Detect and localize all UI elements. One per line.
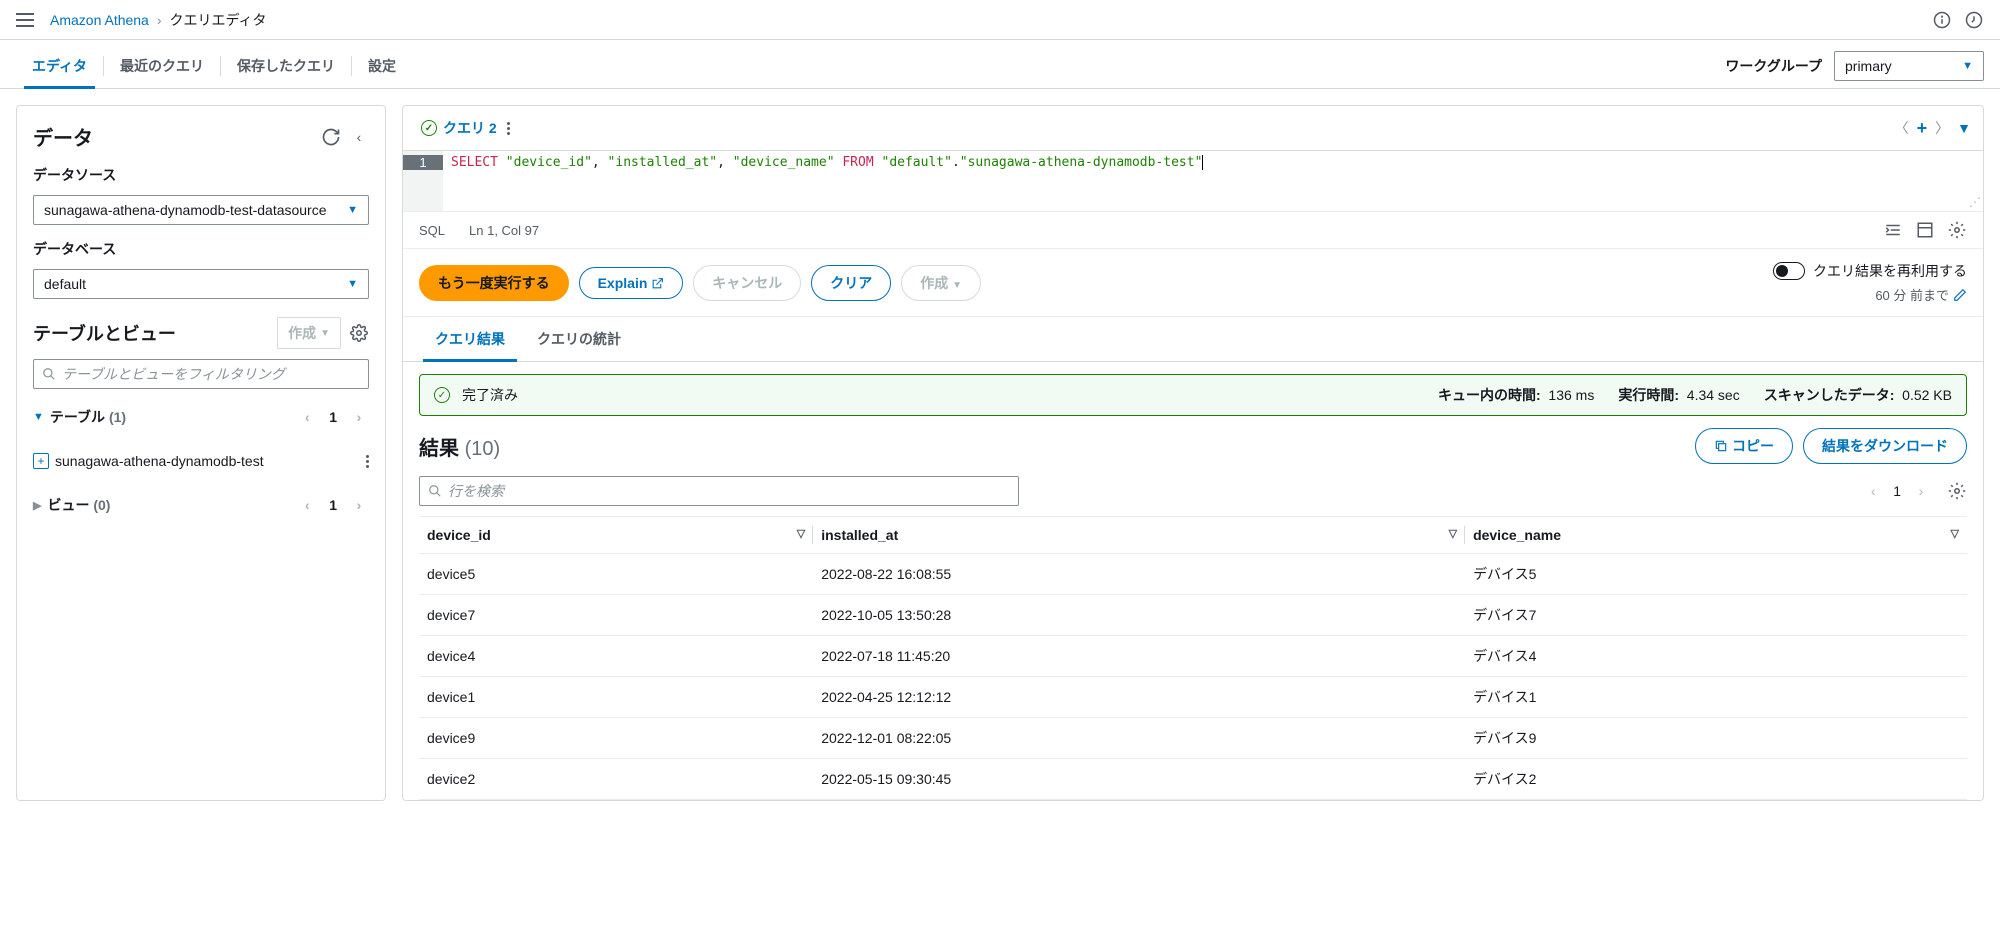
datasource-select[interactable]: sunagawa-athena-dynamodb-test-datasource… bbox=[33, 195, 369, 225]
caret-down-icon: ▼ bbox=[347, 278, 358, 290]
expand-icon[interactable]: + bbox=[33, 453, 49, 469]
tab-saved[interactable]: 保存したクエリ bbox=[221, 44, 351, 88]
triangle-right-icon: ▶ bbox=[33, 499, 41, 512]
breadcrumb-page: クエリエディタ bbox=[170, 10, 267, 30]
tables-filter-input[interactable] bbox=[62, 366, 360, 382]
status-text: 完了済み bbox=[462, 385, 518, 405]
tables-filter[interactable] bbox=[33, 359, 369, 389]
create-query-button[interactable]: 作成 ▼ bbox=[901, 265, 981, 301]
table-item[interactable]: + sunagawa-athena-dynamodb-test bbox=[33, 445, 369, 477]
search-icon bbox=[42, 367, 56, 381]
status-banner: ✓ 完了済み キュー内の時間: 136 ms 実行時間: 4.34 sec スキ… bbox=[419, 374, 1967, 416]
paren-left-icon: 〈 bbox=[1895, 118, 1909, 138]
tables-header[interactable]: ▼ テーブル (1) ‹ 1 › bbox=[33, 399, 369, 435]
datasource-label: データソース bbox=[33, 165, 369, 185]
tables-views-title: テーブルとビュー bbox=[33, 320, 269, 346]
caret-down-icon: ▼ bbox=[320, 328, 330, 339]
resize-handle-icon[interactable]: ⋰ bbox=[1969, 195, 1981, 209]
database-label: データベース bbox=[33, 239, 369, 259]
tab-recent[interactable]: 最近のクエリ bbox=[104, 44, 220, 88]
reuse-toggle[interactable] bbox=[1773, 262, 1805, 280]
copy-icon bbox=[1714, 439, 1728, 453]
explain-button[interactable]: Explain bbox=[579, 267, 684, 299]
next-page-icon[interactable]: › bbox=[349, 495, 369, 515]
prev-page-icon[interactable]: ‹ bbox=[297, 407, 317, 427]
column-header[interactable]: installed_at▽ bbox=[813, 517, 1465, 554]
table-row: device42022-07-18 11:45:20デバイス4 bbox=[419, 636, 1967, 677]
triangle-down-icon: ▼ bbox=[33, 411, 44, 423]
table-row: device12022-04-25 12:12:12デバイス1 bbox=[419, 677, 1967, 718]
indent-icon[interactable] bbox=[1883, 220, 1903, 240]
breadcrumb-service[interactable]: Amazon Athena bbox=[50, 12, 149, 28]
sql-editor[interactable]: 1 SELECT "device_id", "installed_at", "d… bbox=[403, 151, 1983, 211]
refresh-icon[interactable] bbox=[321, 127, 341, 147]
next-page-icon[interactable]: › bbox=[349, 407, 369, 427]
reuse-time-edit[interactable]: 60 分 前まで bbox=[1875, 285, 1967, 304]
next-page-icon[interactable]: › bbox=[1911, 481, 1931, 501]
table-row: device52022-08-22 16:08:55デバイス5 bbox=[419, 554, 1967, 595]
caret-down-icon: ▼ bbox=[1962, 60, 1973, 72]
breadcrumb: Amazon Athena › クエリエディタ bbox=[50, 10, 1932, 30]
query-tab[interactable]: ✓ クエリ 2 bbox=[415, 114, 516, 142]
clear-button[interactable]: クリア bbox=[811, 265, 891, 301]
gear-icon[interactable] bbox=[1947, 220, 1967, 240]
cancel-button: キャンセル bbox=[693, 265, 801, 301]
tab-menu-icon[interactable] bbox=[507, 122, 510, 135]
paren-right-icon: 〉 bbox=[1935, 118, 1949, 138]
run-button[interactable]: もう一度実行する bbox=[419, 265, 569, 301]
collapse-icon[interactable]: ‹ bbox=[349, 127, 369, 147]
workgroup-select[interactable]: primary ▼ bbox=[1834, 51, 1984, 81]
chevron-right-icon: › bbox=[157, 12, 162, 28]
menu-icon[interactable] bbox=[16, 13, 34, 27]
info-icon[interactable] bbox=[1932, 10, 1952, 30]
copy-button[interactable]: コピー bbox=[1695, 428, 1793, 464]
history-icon[interactable] bbox=[1964, 10, 1984, 30]
column-header[interactable]: device_id▽ bbox=[419, 517, 813, 554]
more-icon[interactable] bbox=[366, 455, 369, 468]
tabs-dropdown-icon[interactable]: ▼ bbox=[1957, 120, 1971, 136]
reuse-label: クエリ結果を再利用する bbox=[1813, 261, 1967, 281]
database-select[interactable]: default ▼ bbox=[33, 269, 369, 299]
download-button[interactable]: 結果をダウンロード bbox=[1803, 428, 1967, 464]
success-icon: ✓ bbox=[434, 387, 450, 403]
column-header[interactable]: device_name▽ bbox=[1465, 517, 1967, 554]
results-title: 結果 (10) bbox=[419, 432, 500, 461]
sidebar-title: データ bbox=[33, 122, 321, 151]
success-icon: ✓ bbox=[421, 120, 437, 136]
create-button[interactable]: 作成 ▼ bbox=[277, 317, 341, 349]
results-table: device_id▽installed_at▽device_name▽ devi… bbox=[419, 516, 1967, 800]
layout-icon[interactable] bbox=[1915, 220, 1935, 240]
prev-page-icon[interactable]: ‹ bbox=[1863, 481, 1883, 501]
tab-query-results[interactable]: クエリ結果 bbox=[419, 317, 521, 361]
table-row: device22022-05-15 09:30:45デバイス2 bbox=[419, 759, 1967, 800]
prev-page-icon[interactable]: ‹ bbox=[297, 495, 317, 515]
search-icon bbox=[428, 484, 442, 498]
tab-editor[interactable]: エディタ bbox=[16, 44, 103, 88]
results-search[interactable] bbox=[419, 476, 1019, 506]
table-row: device92022-12-01 08:22:05デバイス9 bbox=[419, 718, 1967, 759]
gear-icon[interactable] bbox=[349, 323, 369, 343]
views-header[interactable]: ▶ ビュー (0) ‹ 1 › bbox=[33, 487, 369, 523]
caret-down-icon: ▼ bbox=[347, 204, 358, 216]
editor-pos: Ln 1, Col 97 bbox=[469, 223, 539, 238]
add-tab-icon[interactable]: + bbox=[1917, 118, 1928, 139]
workgroup-label: ワークグループ bbox=[1725, 56, 1822, 76]
table-row: device72022-10-05 13:50:28デバイス7 bbox=[419, 595, 1967, 636]
results-search-input[interactable] bbox=[448, 483, 1010, 499]
external-link-icon bbox=[651, 277, 664, 290]
gear-icon[interactable] bbox=[1947, 481, 1967, 501]
tab-settings[interactable]: 設定 bbox=[352, 44, 412, 88]
pencil-icon bbox=[1953, 288, 1967, 302]
tab-query-stats[interactable]: クエリの統計 bbox=[521, 317, 637, 361]
editor-lang: SQL bbox=[419, 223, 445, 238]
